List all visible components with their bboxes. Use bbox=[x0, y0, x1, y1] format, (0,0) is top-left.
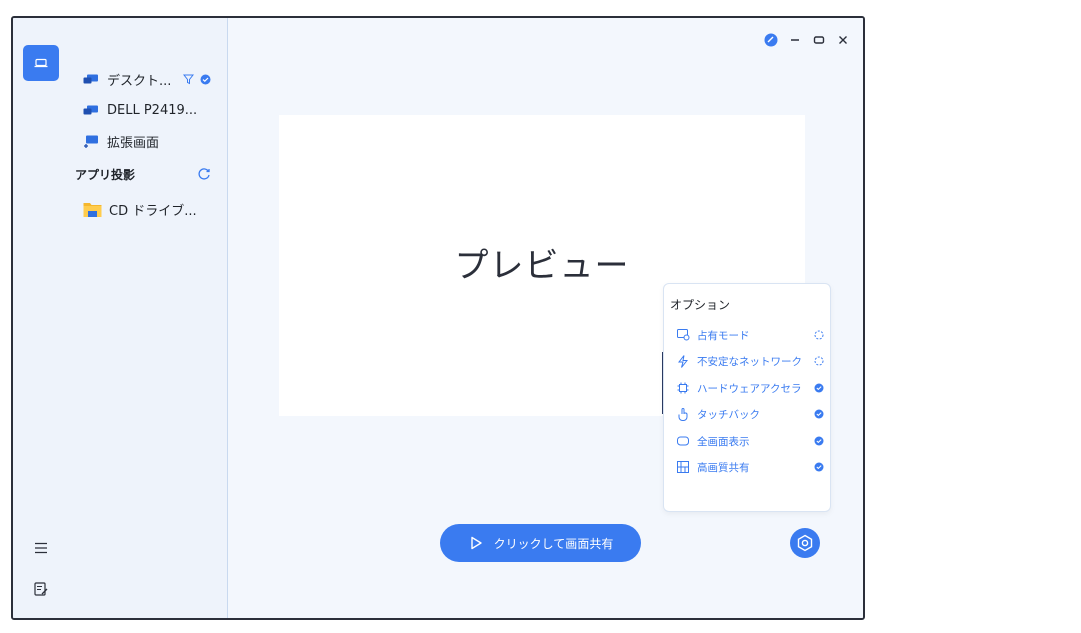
app-label: CD ドライブ... bbox=[109, 203, 197, 219]
spinner-off-icon bbox=[814, 330, 824, 340]
option-exclusive-mode[interactable]: 占有モード bbox=[676, 326, 824, 344]
check-on-icon bbox=[814, 409, 824, 419]
window-controls bbox=[763, 32, 851, 48]
device-label: デスクト... bbox=[107, 73, 172, 89]
restore-button[interactable] bbox=[811, 32, 827, 48]
play-icon bbox=[470, 536, 482, 550]
device-sidebar: デスクト... DELL P2419... 拡張画面 アプリ投影 CD ドライブ… bbox=[67, 18, 228, 618]
extend-screen-icon bbox=[83, 134, 101, 148]
option-high-quality[interactable]: 高画質共有 bbox=[676, 458, 824, 476]
filter-icon[interactable] bbox=[183, 74, 195, 85]
device-label: 拡張画面 bbox=[107, 135, 160, 151]
feedback-button[interactable] bbox=[31, 579, 51, 599]
share-button-label: クリックして画面共有 bbox=[493, 536, 614, 551]
option-label: 不安定なネットワーク bbox=[697, 355, 802, 368]
app-projection-heading: アプリ投影 bbox=[75, 168, 136, 182]
restore-icon bbox=[813, 36, 825, 44]
option-unstable-network[interactable]: 不安定なネットワーク bbox=[676, 352, 824, 370]
option-fullscreen[interactable]: 全画面表示 bbox=[676, 432, 824, 450]
settings-hexagon-icon bbox=[797, 534, 813, 552]
device-label: DELL P2419... bbox=[107, 102, 198, 118]
screen-cast-nav-button[interactable] bbox=[23, 45, 59, 81]
theme-icon bbox=[764, 33, 778, 47]
minimize-button[interactable] bbox=[787, 32, 803, 48]
option-touchback[interactable]: タッチバック bbox=[676, 405, 824, 423]
minimize-icon bbox=[791, 39, 799, 41]
monitor-icon bbox=[83, 103, 101, 117]
refresh-icon[interactable] bbox=[197, 166, 213, 182]
close-icon bbox=[839, 36, 847, 44]
app-item-cd-drive[interactable]: CD ドライブ... bbox=[83, 199, 197, 219]
chip-icon bbox=[676, 381, 690, 395]
folder-icon bbox=[83, 200, 103, 218]
edit-note-icon bbox=[34, 582, 48, 596]
hamburger-icon bbox=[35, 542, 47, 554]
device-item-dell-monitor[interactable]: DELL P2419... bbox=[83, 100, 197, 120]
close-button[interactable] bbox=[835, 32, 851, 48]
lightning-icon bbox=[676, 354, 690, 368]
monitor-icon bbox=[83, 72, 101, 86]
exclusive-mode-icon bbox=[676, 328, 690, 342]
option-label: 全画面表示 bbox=[697, 435, 750, 448]
theme-button[interactable] bbox=[763, 32, 779, 48]
check-on-icon bbox=[814, 383, 824, 393]
option-label: 占有モード bbox=[697, 329, 750, 342]
start-share-button[interactable]: クリックして画面共有 bbox=[440, 524, 641, 562]
option-hardware-acceleration[interactable]: ハードウェアアクセラ bbox=[676, 379, 824, 397]
fullscreen-icon bbox=[676, 434, 690, 448]
app-window: デスクト... DELL P2419... 拡張画面 アプリ投影 CD ドライブ… bbox=[11, 16, 865, 620]
options-title: オプション bbox=[670, 298, 731, 312]
menu-button[interactable] bbox=[31, 538, 51, 558]
check-on-icon bbox=[814, 462, 824, 472]
device-item-extended-screen[interactable]: 拡張画面 bbox=[83, 131, 159, 151]
option-label: タッチバック bbox=[697, 408, 760, 421]
option-label: 高画質共有 bbox=[697, 461, 750, 474]
device-item-desktop[interactable]: デスクト... bbox=[83, 69, 211, 89]
spinner-off-icon bbox=[814, 356, 824, 366]
preview-label: プレビュー bbox=[454, 246, 630, 286]
options-toggle-button[interactable] bbox=[790, 528, 820, 558]
main-area: プレビュー オプション 占有モード 不安定なネットワーク ハードウェアアクセラ … bbox=[228, 18, 863, 618]
check-on-icon bbox=[814, 436, 824, 446]
nav-rail bbox=[13, 18, 67, 618]
touch-icon bbox=[676, 407, 690, 421]
option-label: ハードウェアアクセラ bbox=[697, 382, 802, 395]
hd-icon bbox=[676, 460, 690, 474]
connected-check-icon bbox=[200, 74, 211, 85]
options-panel: オプション 占有モード 不安定なネットワーク ハードウェアアクセラ タッチバック… bbox=[663, 283, 831, 512]
screen-cast-icon bbox=[34, 58, 48, 68]
